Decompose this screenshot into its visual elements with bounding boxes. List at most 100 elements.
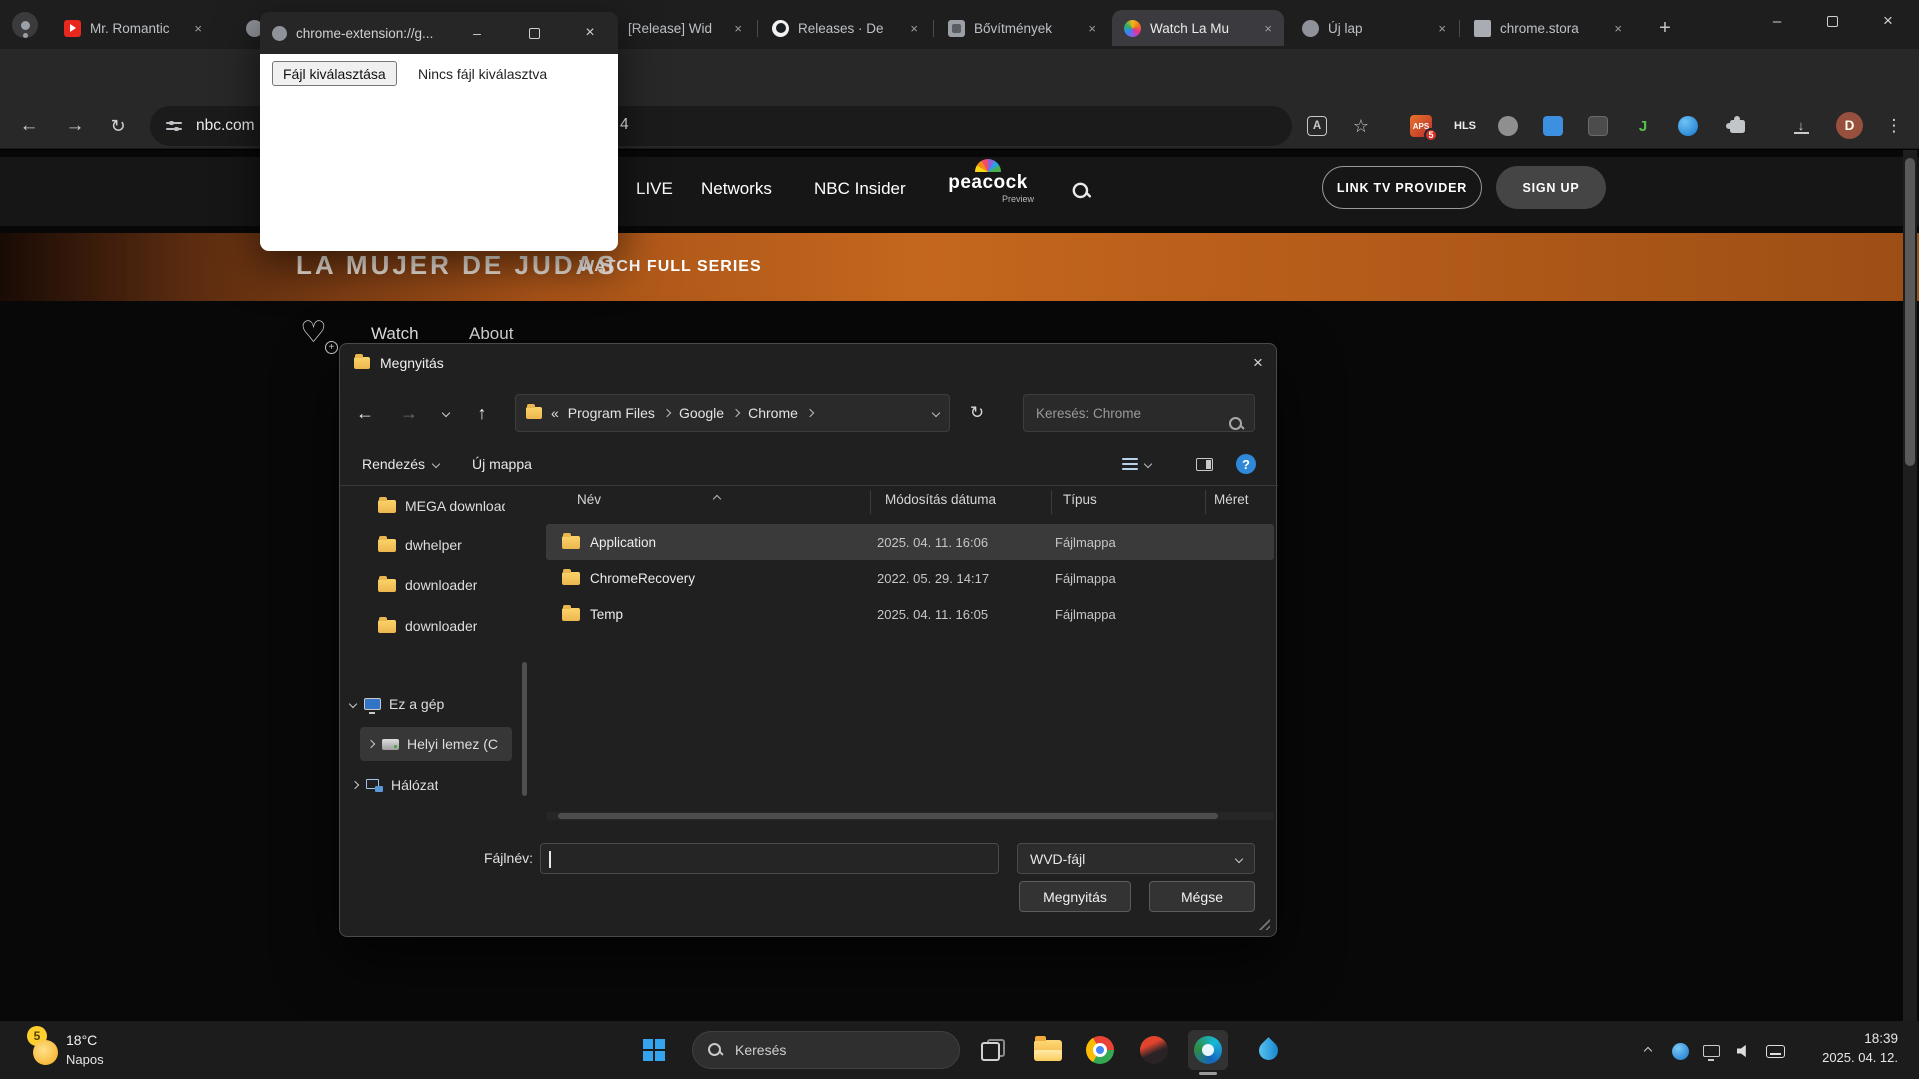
extension-hls-icon[interactable]: HLS	[1452, 115, 1478, 137]
filename-field[interactable]	[540, 843, 999, 874]
choose-file-button[interactable]: Fájl kiválasztása	[272, 61, 397, 86]
collapsed-chevron-icon[interactable]	[350, 780, 360, 790]
peacock-logo[interactable]: peacock Preview	[936, 159, 1040, 219]
tab-close-icon[interactable]: ×	[1614, 21, 1622, 36]
column-header-type[interactable]: Típus	[1063, 492, 1097, 507]
nav-nbc-insider[interactable]: NBC Insider	[814, 179, 906, 199]
list-hscrollbar-thumb[interactable]	[558, 813, 1218, 819]
tab-chrome-storage[interactable]: chrome.stora ×	[1462, 10, 1634, 46]
tray-app-icon[interactable]	[1668, 1039, 1692, 1063]
downloads-icon[interactable]: ↓	[1788, 112, 1814, 140]
tray-keyboard-icon[interactable]	[1762, 1039, 1788, 1063]
tab-watch-la-mujer[interactable]: Watch La Mu ×	[1112, 10, 1284, 46]
tab-close-icon[interactable]: ×	[734, 21, 742, 36]
page-scrollbar-thumb[interactable]	[1905, 158, 1915, 466]
extension-j-icon[interactable]: J	[1633, 115, 1653, 137]
expanded-chevron-icon[interactable]	[348, 699, 358, 709]
file-row-chromerecovery[interactable]: ChromeRecovery 2022. 05. 29. 14:17 Fájlm…	[546, 560, 1274, 596]
chrome-icon[interactable]	[1080, 1030, 1120, 1070]
popup-titlebar[interactable]: chrome-extension://g...	[260, 12, 618, 54]
filename-input[interactable]	[541, 844, 998, 873]
sidebar-item-network[interactable]: Hálózat	[350, 769, 438, 801]
extension-icon-5[interactable]	[1588, 116, 1608, 136]
tray-expand-icon[interactable]	[1636, 1039, 1660, 1063]
extension-icon-3[interactable]	[1498, 116, 1518, 136]
reload-button[interactable]: ↻	[103, 112, 133, 140]
tab-close-icon[interactable]: ×	[1088, 21, 1096, 36]
breadcrumb-program-files[interactable]: Program Files	[568, 405, 655, 421]
bookmark-star-icon[interactable]: ☆	[1348, 112, 1374, 140]
sidebar-item-mega[interactable]: MEGA download	[378, 490, 505, 522]
page-scrollbar-track[interactable]	[1903, 150, 1917, 1021]
page-tab-about[interactable]: About	[469, 324, 513, 344]
filetype-dropdown[interactable]: WVD-fájl	[1017, 843, 1255, 874]
favorite-heart-icon[interactable]: ♡ +	[300, 318, 338, 354]
tab-release[interactable]: [Release] Wid ×	[616, 10, 754, 46]
window-maximize-button[interactable]	[1807, 6, 1857, 36]
sign-up-button[interactable]: SIGN UP	[1496, 166, 1606, 209]
tab-mr-romantic[interactable]: Mr. Romantic ×	[52, 10, 214, 46]
view-mode-button[interactable]	[1122, 448, 1153, 480]
clock[interactable]: 18:39 2025. 04. 12.	[1790, 1021, 1902, 1079]
nav-live[interactable]: LIVE	[636, 179, 673, 199]
site-settings-icon[interactable]	[166, 119, 182, 133]
new-folder-button[interactable]: Új mappa	[472, 448, 532, 480]
profile-avatar[interactable]: D	[1836, 112, 1863, 139]
collapsed-chevron-icon[interactable]	[366, 739, 376, 749]
refresh-button[interactable]: ↻	[960, 396, 994, 430]
weather-widget[interactable]: 5 18°C Napos	[0, 1021, 170, 1079]
link-tv-provider-button[interactable]: LINK TV PROVIDER	[1322, 166, 1482, 209]
nav-forward-button[interactable]: →	[392, 396, 426, 430]
file-row-temp[interactable]: Temp 2025. 04. 11. 16:05 Fájlmappa	[546, 596, 1274, 632]
forward-button[interactable]: →	[60, 112, 90, 140]
file-explorer-icon[interactable]	[1028, 1030, 1068, 1070]
utility-drop-icon[interactable]	[1248, 1030, 1288, 1070]
resize-grip[interactable]	[1256, 916, 1270, 930]
breadcrumb-history-dropdown[interactable]	[931, 408, 941, 418]
sidebar-item-downloader1[interactable]: downloader	[378, 569, 477, 601]
nav-back-button[interactable]: ←	[348, 396, 382, 430]
organize-menu[interactable]: Rendezés	[362, 448, 441, 480]
breadcrumb[interactable]: « Program Files Google Chrome	[515, 394, 950, 432]
tray-display-icon[interactable]	[1698, 1039, 1724, 1063]
window-close-button[interactable]: ×	[1860, 6, 1916, 36]
dialog-search-input[interactable]	[1024, 395, 1238, 431]
column-divider[interactable]	[1205, 490, 1206, 514]
file-row-application[interactable]: Application 2025. 04. 11. 16:06 Fájlmapp…	[546, 524, 1274, 560]
translate-icon[interactable]: A	[1306, 115, 1328, 137]
popup-minimize-button[interactable]: –	[460, 19, 494, 47]
page-tab-watch[interactable]: Watch	[371, 324, 419, 344]
window-minimize-button[interactable]: –	[1752, 6, 1802, 36]
search-icon[interactable]	[1068, 178, 1094, 204]
popup-maximize-button[interactable]	[517, 19, 551, 47]
back-button[interactable]: ←	[14, 112, 44, 140]
dialog-titlebar[interactable]: Megnyitás	[340, 344, 1278, 382]
browser2-icon[interactable]	[1134, 1030, 1174, 1070]
tab-close-icon[interactable]: ×	[910, 21, 918, 36]
taskbar-search[interactable]: Keresés	[692, 1031, 960, 1069]
preview-pane-button[interactable]	[1188, 448, 1220, 480]
breadcrumb-chrome[interactable]: Chrome	[748, 405, 798, 421]
nav-networks[interactable]: Networks	[701, 179, 772, 199]
tab-new-tab[interactable]: Új lap ×	[1290, 10, 1458, 46]
open-button[interactable]: Megnyitás	[1019, 881, 1131, 912]
sidebar-scrollbar-thumb[interactable]	[522, 662, 527, 796]
extension-icon-4[interactable]	[1543, 116, 1563, 136]
column-divider[interactable]	[1051, 490, 1052, 514]
column-header-modified[interactable]: Módosítás dátuma	[885, 492, 996, 507]
nav-recent-dropdown[interactable]	[429, 396, 463, 430]
dialog-close-button[interactable]: ×	[1238, 349, 1278, 377]
help-button[interactable]: ?	[1236, 454, 1256, 474]
nav-up-button[interactable]: ↑	[465, 396, 499, 430]
popup-close-button[interactable]: ×	[573, 19, 607, 47]
breadcrumb-google[interactable]: Google	[679, 405, 724, 421]
sidebar-item-local-disk[interactable]: Helyi lemez (C	[360, 727, 512, 761]
column-header-size[interactable]: Méret	[1214, 492, 1249, 507]
cancel-button[interactable]: Mégse	[1149, 881, 1255, 912]
extension-icon-7[interactable]	[1678, 116, 1698, 136]
sidebar-item-this-pc[interactable]: Ez a gép	[348, 688, 444, 720]
tab-close-icon[interactable]: ×	[194, 21, 202, 36]
new-tab-button[interactable]: +	[1650, 13, 1680, 43]
breadcrumb-collapse[interactable]: «	[551, 405, 559, 421]
banner-watch-full-series-link[interactable]: WATCH FULL SERIES	[579, 258, 762, 276]
